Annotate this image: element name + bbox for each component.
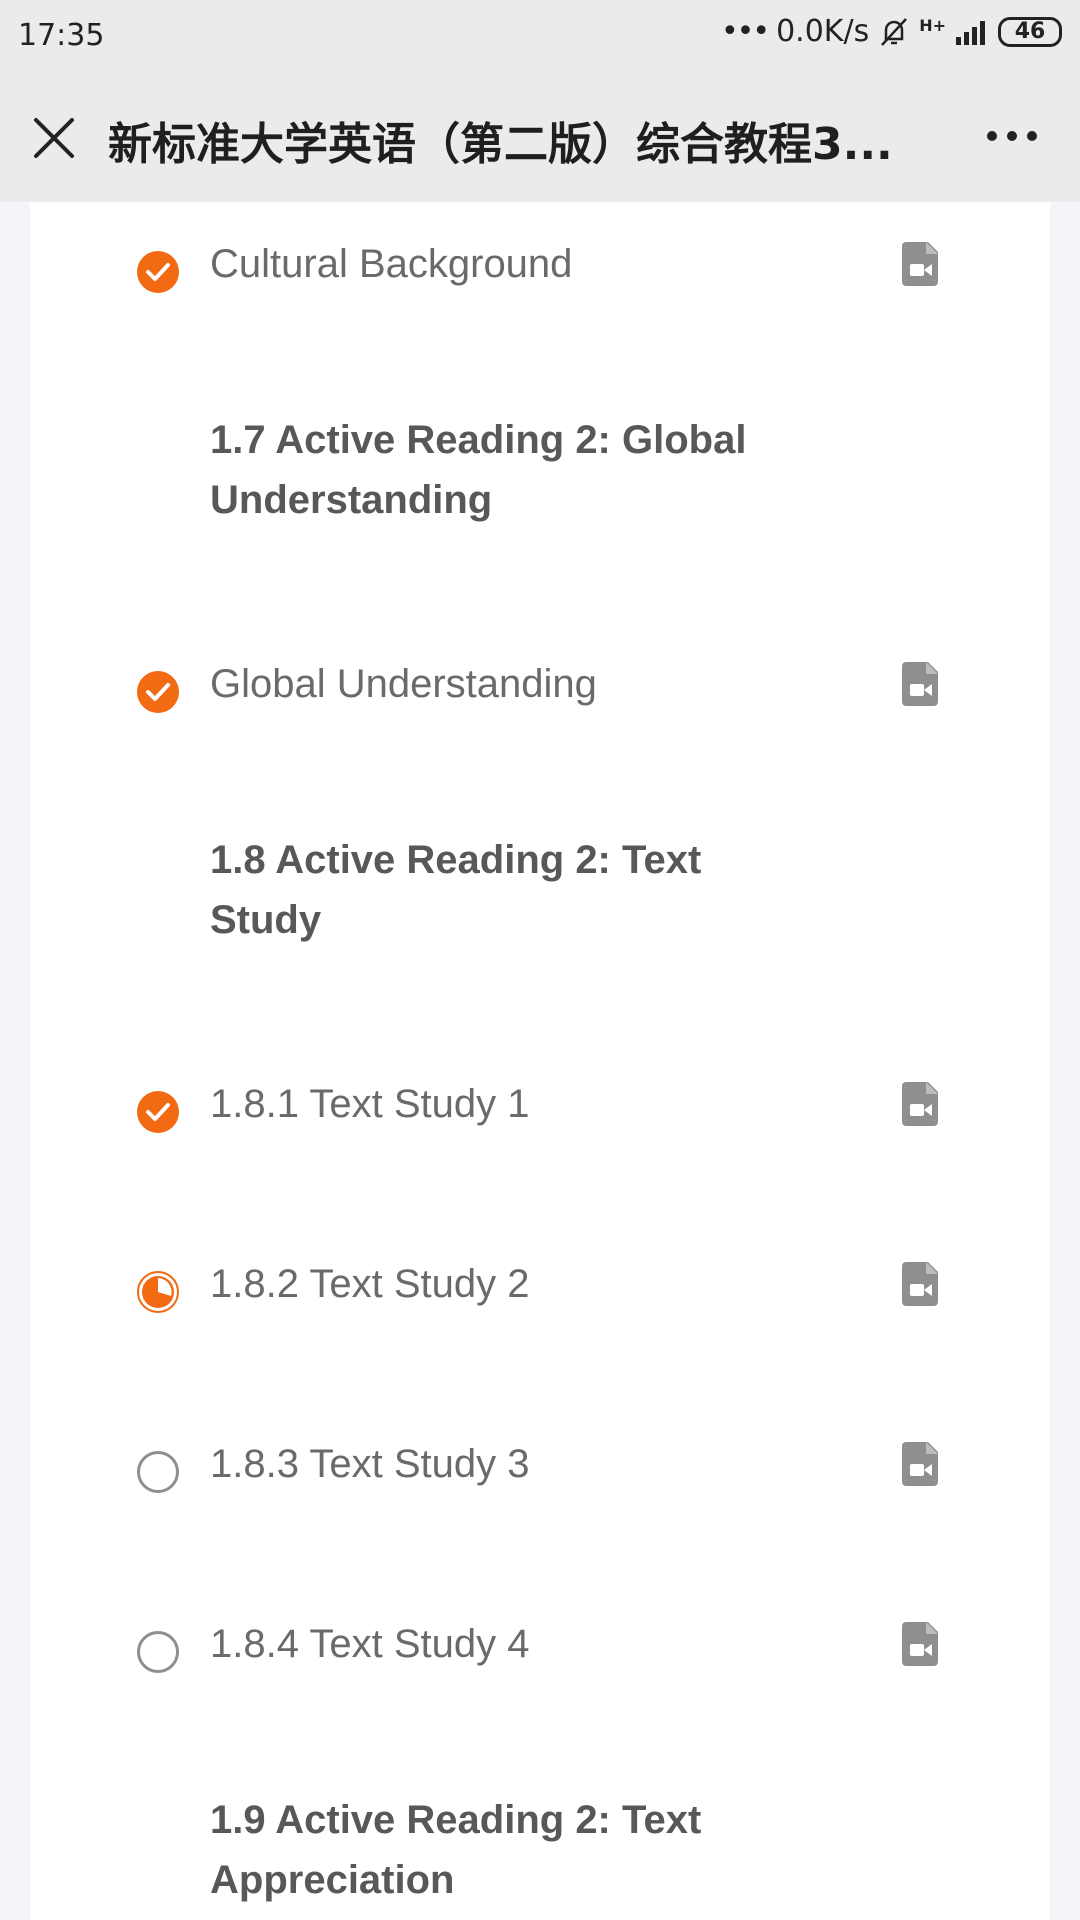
status-bar: 17:35 ••• 0.0K/s H+ 46	[0, 0, 1080, 74]
video-file-icon	[902, 1442, 938, 1486]
course-outline: Cultural Background 1.7 Active Reading 2…	[30, 202, 1050, 1920]
lesson-title: 1.8.3 Text Study 3	[210, 1442, 530, 1486]
section-header: 1.9 Active Reading 2: Text Appreciation	[30, 1790, 1050, 1910]
video-file-icon	[902, 1622, 938, 1666]
completed-check-icon	[137, 251, 179, 293]
list-item[interactable]: 1.8.3 Text Study 3	[30, 1442, 1050, 1502]
video-file-icon	[902, 1262, 938, 1306]
not-started-circle-icon	[137, 1451, 179, 1493]
status-indicators: ••• 0.0K/s H+ 46	[721, 14, 1062, 49]
lesson-title: 1.8.2 Text Study 2	[210, 1262, 530, 1306]
lesson-title: Cultural Background	[210, 242, 573, 286]
lesson-title: Global Understanding	[210, 662, 597, 706]
video-file-icon	[902, 242, 938, 286]
app-header: 新标准大学英语（第二版）综合教程3...	[0, 74, 1080, 202]
more-notifications-icon: •••	[720, 14, 770, 49]
video-file-icon	[902, 662, 938, 706]
in-progress-icon	[137, 1271, 179, 1313]
list-item[interactable]: 1.8.4 Text Study 4	[30, 1622, 1050, 1682]
completed-check-icon	[137, 1091, 179, 1133]
lesson-title: 1.8.4 Text Study 4	[210, 1622, 530, 1666]
net-speed: 0.0K/s	[776, 14, 870, 49]
not-started-circle-icon	[137, 1631, 179, 1673]
signal-type: H+	[919, 16, 946, 35]
battery-indicator: 46	[998, 16, 1062, 47]
list-item[interactable]: 1.8.1 Text Study 1	[30, 1082, 1050, 1142]
close-icon[interactable]	[28, 112, 80, 164]
more-options-icon[interactable]	[980, 114, 1044, 158]
status-time: 17:35	[18, 18, 105, 53]
lesson-title: 1.8.1 Text Study 1	[210, 1082, 530, 1126]
signal-icon	[956, 20, 985, 45]
section-header: 1.7 Active Reading 2: Global Understandi…	[30, 410, 1050, 530]
list-item[interactable]: Cultural Background	[30, 242, 1050, 302]
section-title: 1.8 Active Reading 2: Text Study	[210, 838, 702, 942]
list-item[interactable]: 1.8.2 Text Study 2	[30, 1262, 1050, 1322]
list-item[interactable]: Global Understanding	[30, 662, 1050, 722]
page-title: 新标准大学英语（第二版）综合教程3...	[108, 119, 893, 170]
completed-check-icon	[137, 671, 179, 713]
section-header: 1.8 Active Reading 2: Text Study	[30, 830, 1050, 950]
mute-bell-icon	[881, 17, 908, 46]
section-title: 1.7 Active Reading 2: Global Understandi…	[210, 418, 747, 522]
video-file-icon	[902, 1082, 938, 1126]
section-title: 1.9 Active Reading 2: Text Appreciation	[210, 1798, 702, 1902]
